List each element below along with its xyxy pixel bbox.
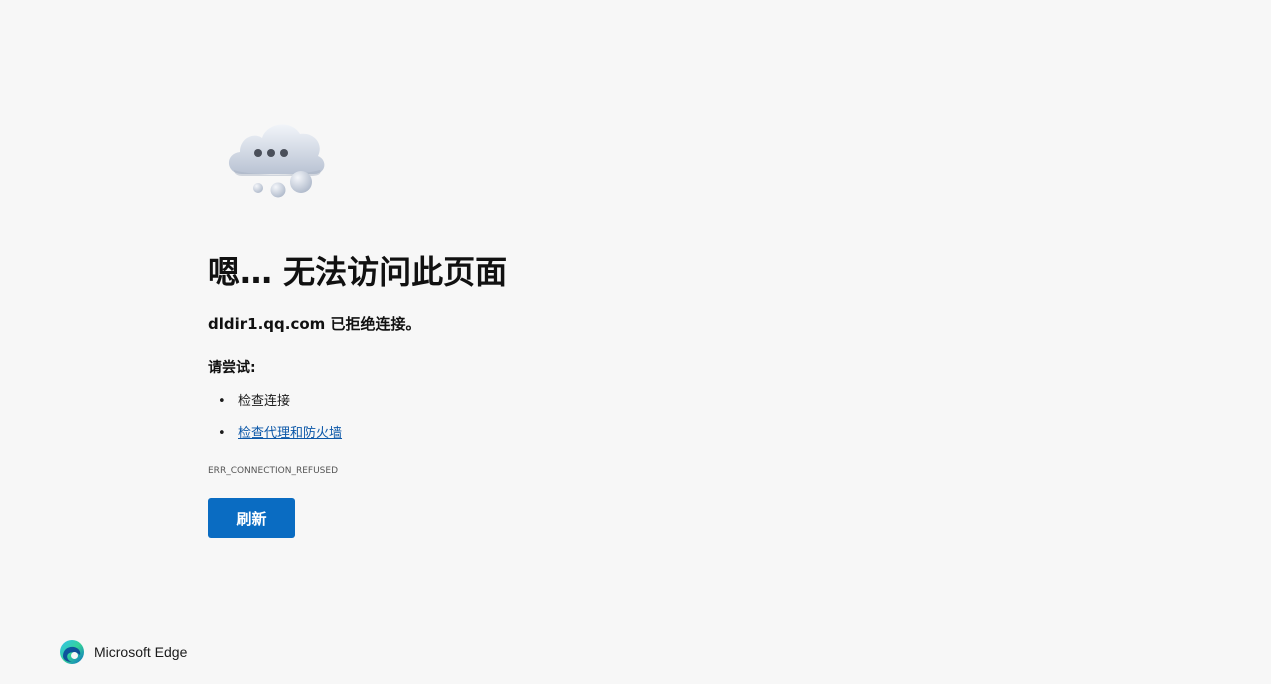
cloud-error-icon <box>228 124 325 198</box>
error-page: 嗯… 无法访问此页面 dldir1.qq.com 已拒绝连接。 请尝试: • 检… <box>0 0 1271 684</box>
bullet-icon: • <box>218 426 226 441</box>
list-item: • 检查代理和防火墙 <box>208 422 342 454</box>
error-code: ERR_CONNECTION_REFUSED <box>208 466 338 476</box>
edge-logo-icon <box>60 640 84 664</box>
list-item: • 检查连接 <box>208 390 342 422</box>
brand-footer: Microsoft Edge <box>59 638 187 666</box>
host-message: 已拒绝连接。 <box>330 315 421 333</box>
bullet-icon: • <box>218 394 226 409</box>
page-title: 嗯… 无法访问此页面 <box>208 253 508 291</box>
error-message: dldir1.qq.com 已拒绝连接。 <box>208 312 421 336</box>
host-name: dldir1.qq.com <box>208 315 326 333</box>
brand-name: Microsoft Edge <box>94 644 188 660</box>
try-heading: 请尝试: <box>208 360 256 376</box>
suggestion-check-connection: 检查连接 <box>238 394 291 409</box>
suggestion-list: • 检查连接 • 检查代理和防火墙 <box>208 390 342 454</box>
refresh-button[interactable]: 刷新 <box>208 498 295 538</box>
check-proxy-firewall-link[interactable]: 检查代理和防火墙 <box>238 426 342 441</box>
